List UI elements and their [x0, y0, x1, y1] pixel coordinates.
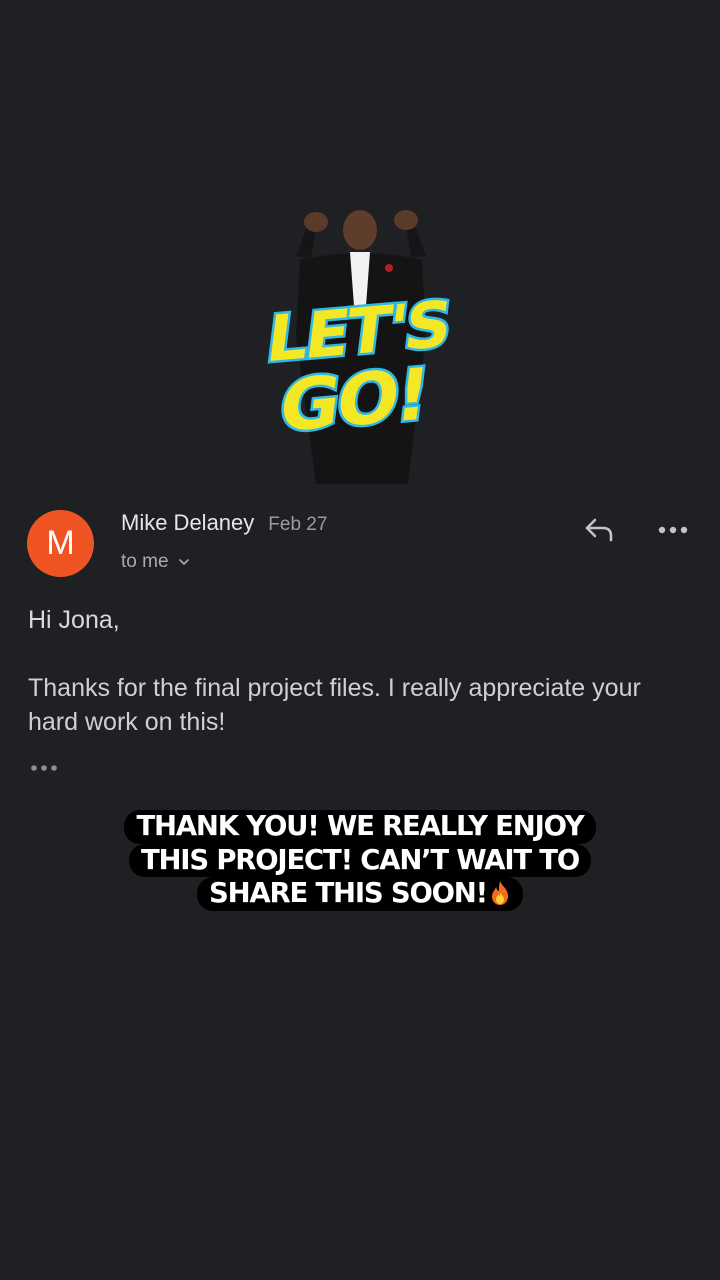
story-caption: THANK YOU! WE REALLY ENJOY THIS PROJECT!…	[110, 810, 610, 911]
sender-name[interactable]: Mike Delaney	[121, 510, 254, 536]
caption-line-3: SHARE THIS SOON!	[197, 877, 523, 911]
more-horizontal-icon	[658, 526, 688, 534]
show-trimmed-content-button[interactable]	[26, 757, 62, 779]
caption-line-3-text: SHARE THIS SOON!	[209, 877, 488, 909]
lets-go-sticker: LET'S GO!	[256, 196, 466, 484]
reply-icon	[585, 518, 613, 542]
avatar-initial: M	[46, 524, 75, 562]
recipient-details-toggle[interactable]: to me	[121, 551, 190, 573]
chevron-down-icon	[178, 559, 189, 565]
more-options-button[interactable]	[652, 514, 694, 546]
sender-row: Mike Delaney Feb 27	[121, 510, 327, 536]
email-body: Thanks for the final project files. I re…	[28, 674, 641, 736]
recipient-label: to me	[121, 551, 169, 572]
show-trimmed-content-icon	[31, 765, 57, 771]
fire-icon	[491, 881, 508, 905]
email-greeting: Hi Jona,	[28, 606, 120, 634]
caption-line-2: THIS PROJECT! CAN’T WAIT TO	[128, 843, 592, 877]
sticker-text-bottom: GO!	[275, 353, 432, 449]
caption-line-1: THANK YOU! WE REALLY ENJOY	[124, 810, 596, 844]
sender-avatar[interactable]: M	[27, 510, 94, 577]
email-date: Feb 27	[268, 514, 328, 535]
reply-button[interactable]	[580, 512, 618, 548]
